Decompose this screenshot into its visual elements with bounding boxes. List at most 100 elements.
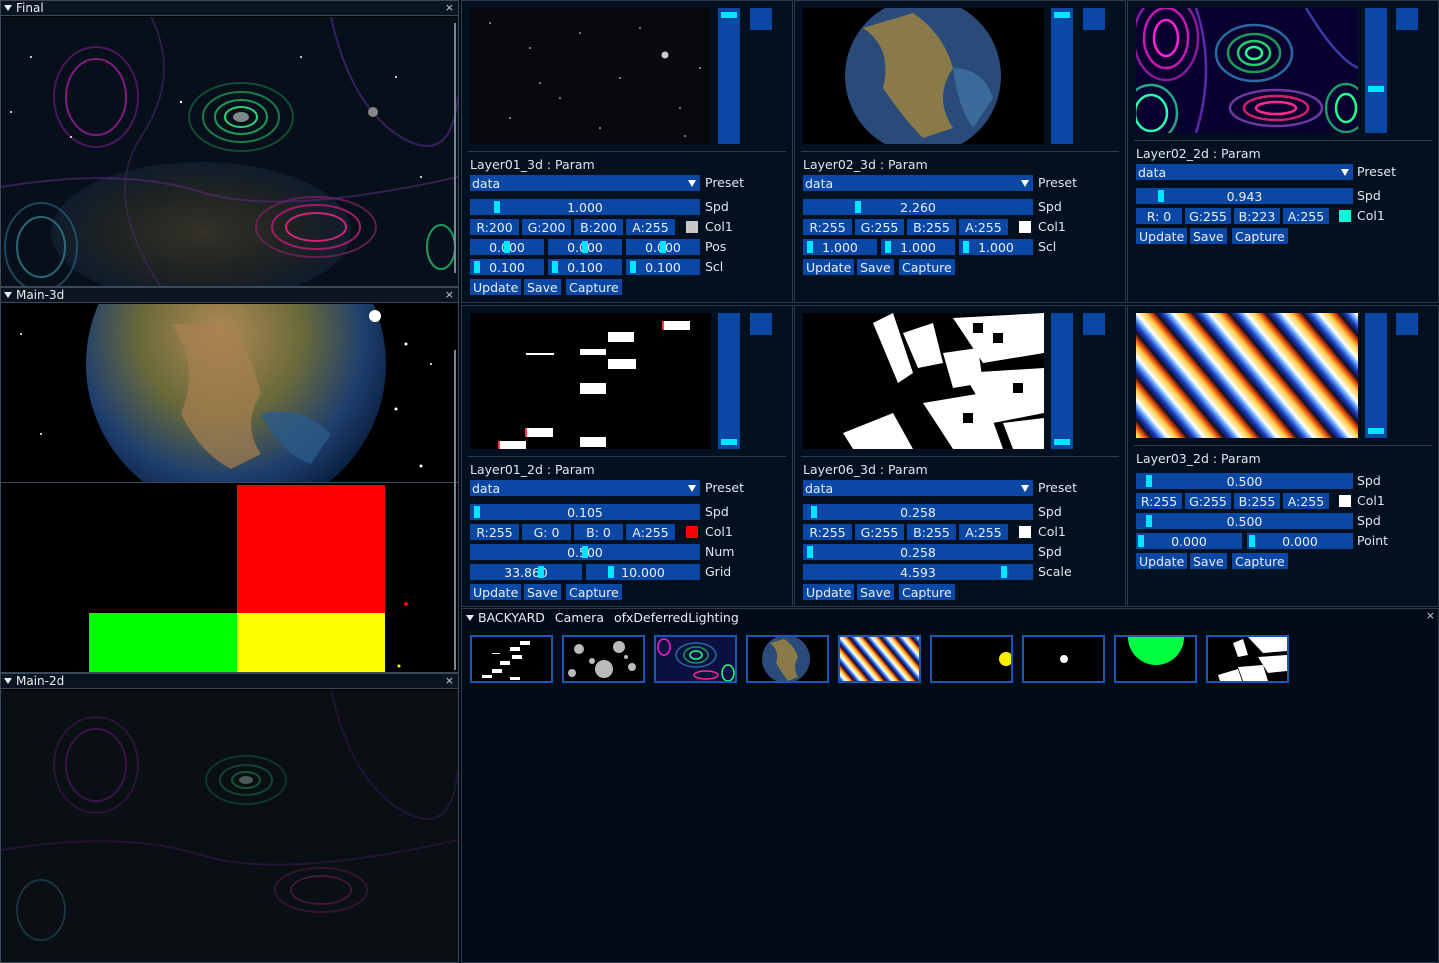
vertical-slider[interactable]	[1365, 8, 1387, 133]
pos-y-slider[interactable]: 0.000	[548, 239, 622, 255]
slider-knob[interactable]	[474, 261, 480, 273]
preset-dropdown[interactable]: data	[470, 480, 700, 496]
backyard-thumb-layer01-2d[interactable]	[470, 635, 553, 683]
spd-slider[interactable]: 0.258	[803, 504, 1033, 520]
vertical-slider[interactable]	[1051, 313, 1073, 449]
backyard-thumb-earth[interactable]	[746, 635, 829, 683]
scl-y-slider[interactable]: 1.000	[881, 239, 955, 255]
collapse-icon[interactable]	[466, 614, 474, 621]
chevron-down-icon[interactable]	[688, 180, 696, 187]
col1-b-field[interactable]: B:255	[1234, 493, 1280, 509]
slider-knob[interactable]	[474, 506, 480, 518]
col1-b-field[interactable]: B:200	[574, 219, 623, 235]
backyard-thumb-checker-tunnel[interactable]	[1206, 635, 1289, 683]
update-button[interactable]: Update	[1136, 553, 1188, 569]
scl-z-slider[interactable]: 0.100	[626, 259, 700, 275]
pos-x-slider[interactable]: 0.000	[470, 239, 544, 255]
grid-a-slider[interactable]: 33.860	[470, 564, 582, 580]
col1-a-field[interactable]: A:255	[959, 219, 1008, 235]
vertical-slider[interactable]	[718, 8, 740, 144]
vertical-slider[interactable]	[1051, 8, 1073, 144]
col1-b-field[interactable]: B:223	[1234, 208, 1280, 224]
col1-g-field[interactable]: G:200	[522, 219, 571, 235]
col1-r-field[interactable]: R:255	[1136, 493, 1182, 509]
slider-knob[interactable]	[582, 241, 588, 253]
spd2-slider[interactable]: 0.258	[803, 544, 1033, 560]
color-swatch[interactable]	[1339, 210, 1351, 222]
collapse-icon[interactable]	[4, 292, 12, 298]
slider-knob[interactable]	[630, 261, 636, 273]
backyard-thumb-stripes[interactable]	[838, 635, 921, 683]
backyard-thumb-green-circle[interactable]	[1114, 635, 1197, 683]
main-2d-titlebar[interactable]: Main-2d ×	[1, 674, 458, 689]
capture-button[interactable]: Capture	[1232, 553, 1288, 569]
chevron-down-icon[interactable]	[1021, 180, 1029, 187]
toggle-button[interactable]	[750, 313, 772, 335]
col1-r-field[interactable]: R:255	[803, 219, 852, 235]
col1-a-field[interactable]: A:255	[1283, 493, 1329, 509]
scl-x-slider[interactable]: 1.000	[803, 239, 877, 255]
update-button[interactable]: Update	[470, 584, 522, 600]
col1-b-field[interactable]: B: 0	[574, 524, 623, 540]
slider-knob[interactable]	[1158, 190, 1164, 202]
color-swatch[interactable]	[1019, 526, 1031, 538]
chevron-down-icon[interactable]	[1341, 169, 1349, 176]
main-3d-titlebar[interactable]: Main-3d ×	[1, 288, 458, 303]
scl-z-slider[interactable]: 1.000	[959, 239, 1033, 255]
slider-knob[interactable]	[1138, 535, 1144, 547]
vertical-slider[interactable]	[1365, 313, 1387, 438]
slider-knob[interactable]	[807, 546, 813, 558]
col1-g-field[interactable]: G:255	[855, 524, 904, 540]
chevron-down-icon[interactable]	[688, 485, 696, 492]
col1-a-field[interactable]: A:255	[626, 524, 675, 540]
slider-knob[interactable]	[582, 546, 588, 558]
scl-y-slider[interactable]: 0.100	[548, 259, 622, 275]
col1-b-field[interactable]: B:255	[907, 219, 956, 235]
slider-knob[interactable]	[1368, 86, 1384, 92]
close-icon[interactable]: ×	[445, 674, 454, 687]
final-viewport-titlebar[interactable]: Final ×	[1, 1, 458, 16]
capture-button[interactable]: Capture	[1232, 228, 1288, 244]
col1-a-field[interactable]: A:255	[626, 219, 675, 235]
save-button[interactable]: Save	[524, 584, 561, 600]
col1-g-field[interactable]: G:255	[1185, 208, 1231, 224]
slider-knob[interactable]	[494, 201, 500, 213]
spd-slider[interactable]: 1.000	[470, 199, 700, 215]
slider-knob[interactable]	[1146, 475, 1152, 487]
spd-slider[interactable]: 0.943	[1136, 188, 1353, 204]
save-button[interactable]: Save	[1190, 228, 1227, 244]
scrollbar[interactable]	[454, 23, 456, 273]
update-button[interactable]: Update	[803, 259, 855, 275]
scl-x-slider[interactable]: 0.100	[470, 259, 544, 275]
backyard-thumb-blobs[interactable]	[562, 635, 645, 683]
color-swatch[interactable]	[1019, 221, 1031, 233]
vertical-slider[interactable]	[718, 313, 740, 449]
col1-r-field[interactable]: R:255	[470, 524, 519, 540]
close-icon[interactable]: ×	[1426, 609, 1435, 622]
preset-dropdown[interactable]: data	[1136, 164, 1353, 180]
point-x-slider[interactable]: 0.000	[1136, 533, 1242, 549]
slider-knob[interactable]	[1249, 535, 1255, 547]
col1-g-field[interactable]: G:255	[855, 219, 904, 235]
preset-dropdown[interactable]: data	[470, 175, 700, 191]
backyard-title[interactable]: BACKYARD	[478, 610, 545, 625]
toggle-button[interactable]	[1083, 8, 1105, 30]
backyard-thumb-white-dot[interactable]	[1022, 635, 1105, 683]
spd-slider[interactable]: 2.260	[803, 199, 1033, 215]
color-swatch[interactable]	[686, 526, 698, 538]
toggle-button[interactable]	[1396, 8, 1418, 30]
capture-button[interactable]: Capture	[566, 584, 622, 600]
col1-r-field[interactable]: R:255	[803, 524, 852, 540]
spd-slider[interactable]: 0.105	[470, 504, 700, 520]
capture-button[interactable]: Capture	[566, 279, 622, 295]
backyard-thumb-layer02-2d[interactable]	[654, 635, 737, 683]
save-button[interactable]: Save	[1190, 553, 1227, 569]
toggle-button[interactable]	[1083, 313, 1105, 335]
collapse-icon[interactable]	[4, 5, 12, 11]
capture-button[interactable]: Capture	[899, 259, 955, 275]
slider-knob[interactable]	[552, 261, 558, 273]
slider-knob[interactable]	[538, 566, 544, 578]
toggle-button[interactable]	[1396, 313, 1418, 335]
slider-knob[interactable]	[1054, 439, 1070, 445]
menu-item-deferred-lighting[interactable]: ofxDeferredLighting	[614, 610, 739, 625]
